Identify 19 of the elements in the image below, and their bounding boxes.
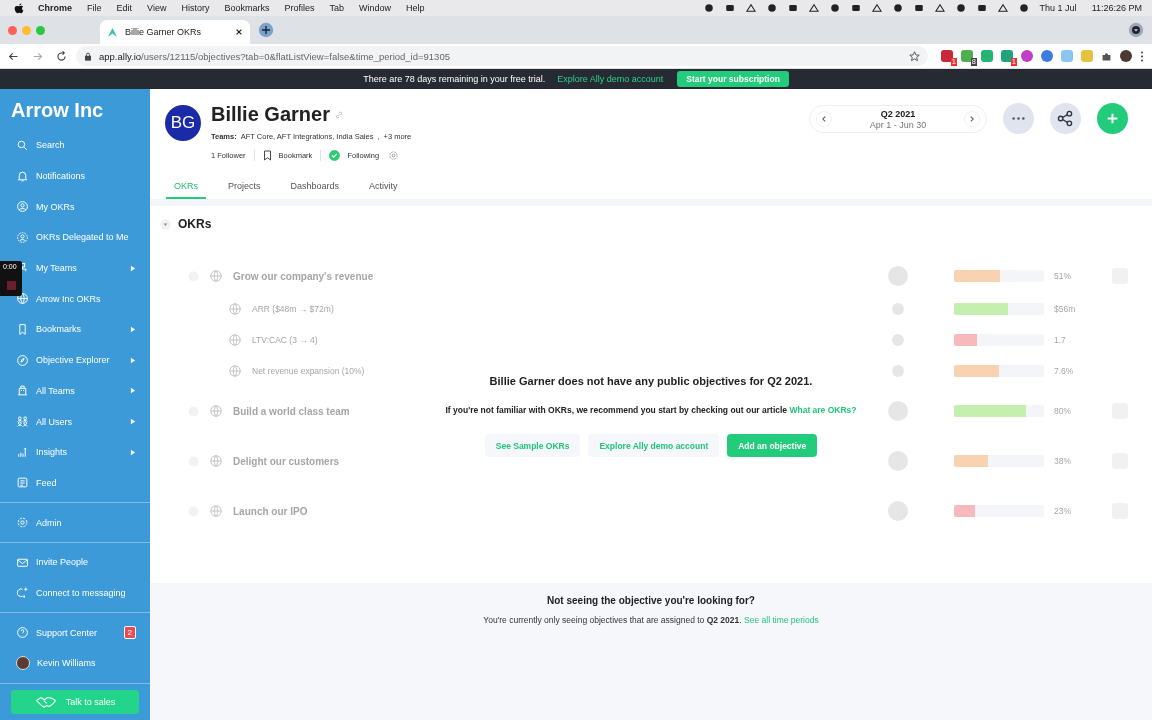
period-range: Apr 1 - Jun 30 — [869, 119, 927, 130]
url-text: app.ally.io/users/12115/objectives?tab=0&flatListView=false&time_period_id=91305 — [99, 50, 450, 62]
progress-value: 1.7 — [1054, 334, 1067, 345]
footer-message: You're currently only seeing objectives that are assigned to Q2 2021. See all time periods — [483, 615, 819, 625]
trial-message: There are 78 days remaining in your free trial. — [363, 74, 546, 84]
user-name: Billie Garner — [211, 103, 330, 126]
progress-value: 51% — [1054, 271, 1072, 281]
footer-title: Not seeing the objective you're looking for? — [547, 595, 755, 606]
progress-value: 38% — [1054, 456, 1072, 466]
progress-value: 80% — [1054, 406, 1072, 416]
user-avatar: BG — [165, 105, 201, 141]
progress-value: $56m — [1054, 303, 1077, 314]
progress-value: 23% — [1054, 506, 1072, 516]
progress-value: 7.6% — [1054, 365, 1075, 376]
browser-tab-title: Billie Garner OKRs — [125, 27, 203, 37]
empty-state-message: If you're not familiar with OKRs, we recommend you start by checking out our article What are OKRs? — [445, 405, 857, 415]
empty-state-title: Billie Garner does not have any public objectives for Q2 2021. — [489, 375, 813, 387]
notification-count: 2 — [123, 626, 136, 640]
section-title: OKRs — [178, 217, 212, 231]
